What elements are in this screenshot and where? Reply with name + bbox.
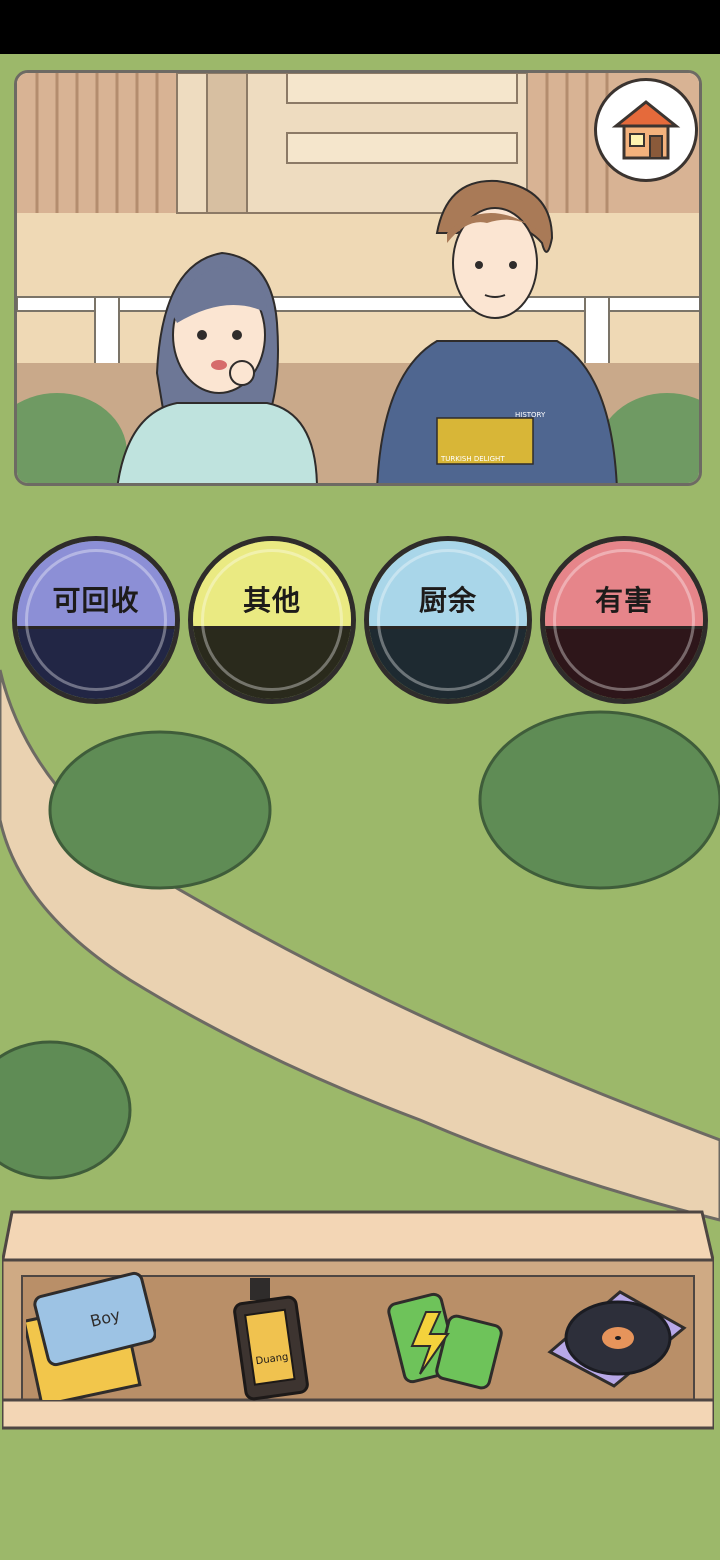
bin-label-other: 其他	[242, 584, 301, 617]
shirt-text-main: TURKISH DELIGHT	[440, 455, 505, 463]
bin-label-hazardous: 有害	[594, 584, 653, 617]
battery-icon	[387, 1292, 503, 1390]
boy-character: HISTORY TURKISH DELIGHT	[376, 179, 618, 483]
battery-item[interactable]	[386, 1276, 506, 1400]
bin-label-recyclable: 可回收	[52, 584, 140, 617]
home-button[interactable]	[594, 78, 698, 182]
vinyl-record-icon	[547, 1290, 687, 1388]
bin-recyclable[interactable]: 可回收	[12, 536, 180, 704]
vinyl-record-item[interactable]	[544, 1288, 690, 1392]
shirt-text-top: HISTORY	[515, 411, 546, 419]
bin-hazardous[interactable]: 有害	[540, 536, 708, 704]
lotion-bottle-item[interactable]: Duang	[222, 1272, 318, 1406]
bin-kitchen[interactable]: 厨余	[364, 536, 532, 704]
wallet-icon: Boy	[22, 1271, 157, 1408]
bin-label-kitchen: 厨余	[418, 584, 477, 617]
wallet-item[interactable]: Boy	[22, 1270, 157, 1408]
house-icon	[611, 100, 681, 160]
bottle-icon: Duang	[233, 1278, 309, 1401]
status-bar	[0, 0, 720, 54]
bin-other[interactable]: 其他	[188, 536, 356, 704]
